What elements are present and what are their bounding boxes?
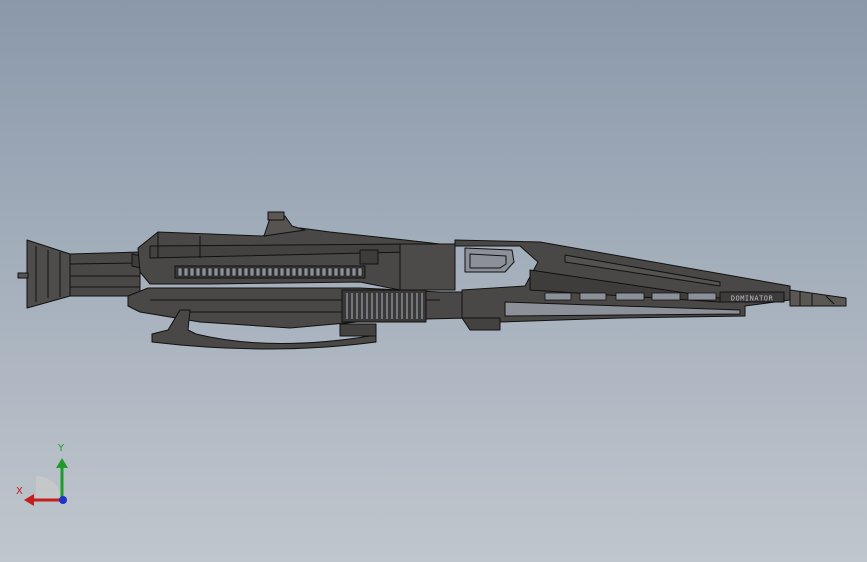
stock-rung-slots bbox=[544, 292, 717, 301]
z-axis-dot bbox=[59, 496, 67, 504]
stock-foot bbox=[461, 317, 501, 331]
front-sight-post bbox=[17, 272, 29, 279]
triad-plane-wedge bbox=[36, 475, 62, 500]
y-axis-label: Y bbox=[58, 443, 65, 454]
magazine-grille bbox=[341, 289, 427, 323]
x-axis-label: X bbox=[16, 486, 23, 497]
butt-tip bbox=[789, 289, 847, 307]
receiver-block bbox=[399, 243, 456, 291]
axis-triad bbox=[24, 458, 68, 506]
y-axis-arrow bbox=[56, 458, 68, 468]
x-axis-arrow bbox=[24, 494, 34, 506]
name-plate-text: DOMINATOR bbox=[731, 295, 774, 303]
vent-slots bbox=[177, 267, 363, 277]
rifle-model[interactable]: DOMINATOR bbox=[0, 0, 867, 562]
graphics-viewport[interactable]: DOMINATOR Y X bbox=[0, 0, 867, 562]
barrel-shroud bbox=[69, 251, 141, 297]
